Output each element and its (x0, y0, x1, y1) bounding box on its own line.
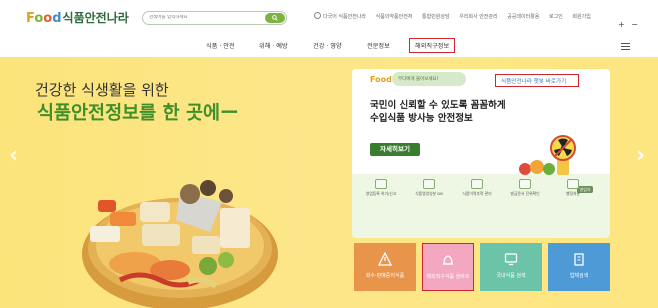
tracking-icon (471, 179, 483, 189)
search-box (142, 11, 287, 25)
document-icon (375, 179, 387, 189)
promo-headline: 국민이 신뢰할 수 있도록 꼼꼼하게 수입식품 방사능 안전정보 (370, 99, 506, 125)
search-icon (272, 15, 278, 21)
quick-item[interactable]: 식품이력추적 관리 (457, 179, 497, 207)
search-input[interactable] (149, 15, 259, 20)
chatbot-link[interactable]: 식품안전나라 챗봇 바로가기 (495, 74, 579, 87)
detail-button[interactable]: 자세히보기 (370, 143, 420, 156)
nav-hazard-prevention[interactable]: 위해 · 예방 (259, 41, 288, 50)
logo-letter: d (52, 11, 62, 26)
prev-slide-icon[interactable]: ‹ (9, 143, 18, 168)
tile-overseas-food[interactable]: 해외직구식품 올바로 (422, 243, 474, 291)
database-icon (423, 179, 435, 189)
globe-icon (314, 12, 321, 19)
promo-headline-line2: 수입식품 방사능 안전정보 (370, 113, 473, 124)
gavel-icon (567, 179, 579, 189)
certificate-icon (519, 179, 531, 189)
nav-expert-info[interactable]: 전문정보 (367, 41, 390, 50)
quick-item[interactable]: 발급문서 진위확인 (505, 179, 545, 207)
search-button[interactable] (265, 13, 285, 23)
hotpot-image (82, 180, 278, 308)
promo-headline-line1: 국민이 신뢰할 수 있도록 꼼꼼하게 (370, 100, 506, 111)
site-header: Food식품안전나라 다국어 식품안전나라 식품의약품안전처 통합민원상담 우리… (0, 0, 658, 34)
next-slide-icon[interactable]: › (636, 143, 645, 168)
util-link-opendata[interactable]: 공공데이터활용 (507, 14, 539, 20)
nav-health-nutrition[interactable]: 건강 · 영양 (313, 41, 342, 50)
util-link-multilang[interactable]: 다국어 식품안전나라 (314, 12, 366, 20)
info-card: Food 무다에게 물어보세요! 식품안전나라 챗봇 바로가기 국민이 신뢰할 … (352, 69, 610, 238)
tile-recall[interactable]: 회수·판매중지식품 (354, 243, 416, 291)
tile-company-search[interactable]: 업체검색 (548, 243, 610, 291)
site-logo[interactable]: Food식품안전나라 (26, 9, 129, 26)
chatbot-prompt: 무다에게 물어보세요! (392, 72, 466, 86)
hero-banner: ‹ › 건강한 식생활을 위한 식품안전정보를 한 곳에ー Food 무다에게 … (0, 57, 658, 308)
util-link-login[interactable]: 로그인 (549, 14, 563, 20)
hero-title: 식품안전정보를 한 곳에ー (37, 103, 239, 124)
util-link-mfds[interactable]: 식품의약품안전처 (376, 14, 413, 20)
service-tiles: 회수·판매중지식품 해외직구식품 올바로 국내식품 검색 업체검색 (354, 243, 612, 291)
card-logo: Food (370, 75, 392, 84)
building-icon (574, 253, 584, 266)
zoom-out-button[interactable]: − (631, 20, 638, 29)
util-link-signup[interactable]: 회원가입 (572, 14, 590, 20)
monitor-icon (504, 253, 518, 266)
radiation-icon (550, 135, 576, 161)
quick-menu: 영업등록 허가/신고 식품영양성분 DB 식품이력추적 관리 발급문서 진위확인… (361, 179, 601, 207)
quick-item[interactable]: 행정처분 (553, 179, 593, 207)
main-navigation: 식품 · 안전 위해 · 예방 건강 · 영양 전문정보 해외직구정보 (0, 36, 658, 56)
nav-food-safety[interactable]: 식품 · 안전 (206, 41, 235, 50)
logo-letter: o (34, 11, 44, 26)
quick-item[interactable]: 영업등록 허가/신고 (361, 179, 401, 207)
card-topbar: Food 무다에게 물어보세요! 식품안전나라 챗봇 바로가기 (352, 69, 610, 91)
quick-item[interactable]: 식품영양성분 DB (409, 179, 449, 207)
card-promo: 국민이 신뢰할 수 있도록 꼼꼼하게 수입식품 방사능 안전정보 자세히보기 영… (352, 91, 610, 193)
logo-text: 식품안전나라 (62, 11, 129, 25)
hero-subtitle: 건강한 식생활을 위한 (35, 81, 169, 99)
logo-letter: o (43, 11, 53, 26)
nav-overseas-direct-purchase[interactable]: 해외직구정보 (409, 38, 456, 53)
zoom-in-button[interactable]: + (618, 20, 625, 29)
menu-icon[interactable] (621, 43, 630, 52)
util-link-company[interactable]: 우리회사 안전관리 (459, 14, 497, 20)
util-link-civil[interactable]: 통합민원상담 (422, 14, 450, 20)
warning-icon (378, 252, 392, 266)
bell-icon (443, 255, 453, 265)
utility-links: 다국어 식품안전나라 식품의약품안전처 통합민원상담 우리회사 안전관리 공공데… (314, 12, 599, 20)
tile-domestic-search[interactable]: 국내식품 검색 (480, 243, 542, 291)
zoom-controls: + − (618, 20, 638, 29)
